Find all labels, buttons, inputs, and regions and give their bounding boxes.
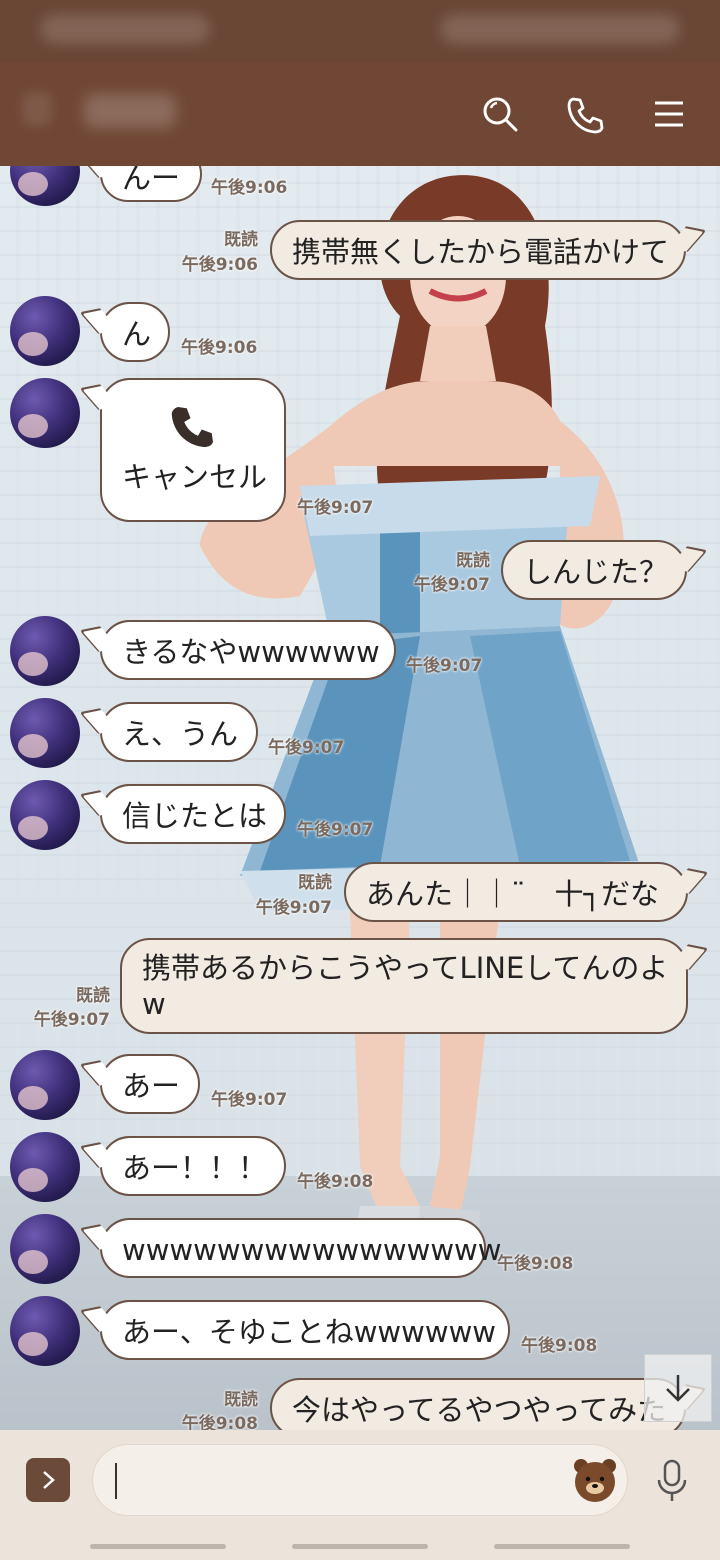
chat-title-blurred — [84, 94, 176, 128]
chat-header — [0, 62, 720, 166]
friend-avatar[interactable] — [10, 616, 80, 686]
message-time: 午後9:08 — [521, 1336, 598, 1356]
chevron-right-icon — [43, 1471, 55, 1489]
friend-avatar[interactable] — [10, 1132, 80, 1202]
message-time: 午後9:07 — [406, 656, 483, 676]
read-receipt: 既読 — [224, 230, 258, 250]
chat-area[interactable]: んー 午後9:06 既読 午後9:06 携帯無くしたから電話かけて ん 午後9:… — [0, 166, 720, 1430]
message-line: 携帯あるからこうやってLINEしてんのよ — [142, 951, 669, 985]
message-bubble[interactable]: しんじた？ — [501, 540, 687, 600]
message-bubble[interactable]: あんた｜｜¨ 十┐だな — [344, 862, 688, 922]
friend-avatar[interactable] — [10, 1050, 80, 1120]
friend-avatar[interactable] — [10, 1296, 80, 1366]
read-receipt: 既読 — [298, 873, 332, 893]
message-time: 午後9:07 — [297, 498, 374, 518]
message-time: 午後9:06 — [181, 255, 258, 275]
read-receipt: 既読 — [224, 1390, 258, 1410]
read-receipt: 既読 — [456, 551, 490, 571]
text-caret — [115, 1463, 117, 1499]
message-bubble[interactable]: あー、そゆことねwwwwww — [100, 1300, 510, 1360]
phone-icon — [567, 97, 604, 134]
read-receipt: 既読 — [76, 986, 110, 1006]
search-icon — [483, 97, 518, 132]
bear-sticker-icon — [574, 1459, 616, 1502]
message-time: 午後9:07 — [211, 1090, 288, 1110]
status-left-blurred — [40, 14, 210, 44]
arrow-down-icon — [666, 1375, 690, 1402]
nav-home[interactable] — [292, 1544, 428, 1549]
message-bubble[interactable]: んー — [100, 166, 203, 202]
voice-input-button[interactable] — [650, 1456, 694, 1506]
message-bubble[interactable]: 信じたとは — [100, 784, 286, 844]
message-time: 午後9:06 — [181, 338, 258, 358]
message-bubble[interactable]: あー！！！ — [100, 1136, 286, 1196]
sticker-button[interactable] — [571, 1456, 619, 1504]
expand-menu-button[interactable] — [26, 1458, 70, 1502]
message-time: 午後9:07 — [33, 1010, 110, 1030]
message-time: 午後9:07 — [413, 575, 490, 595]
hamburger-menu-icon — [655, 101, 683, 127]
menu-button[interactable] — [646, 92, 690, 136]
message-bubble[interactable]: え、うん — [100, 702, 258, 762]
microphone-icon — [657, 1459, 687, 1501]
message-time: 午後9:08 — [497, 1254, 574, 1274]
message-bubble[interactable]: あー — [100, 1054, 200, 1114]
status-right-blurred — [440, 14, 680, 44]
message-bubble[interactable]: きるなやwwwwww — [100, 620, 396, 680]
friend-avatar[interactable] — [10, 1214, 80, 1284]
friend-avatar[interactable] — [10, 698, 80, 768]
friend-avatar[interactable] — [10, 378, 80, 448]
message-time: 午後9:08 — [297, 1172, 374, 1192]
status-bar — [0, 0, 720, 62]
message-bubble[interactable]: 携帯無くしたから電話かけて — [270, 220, 686, 280]
friend-avatar[interactable] — [10, 296, 80, 366]
message-bubble[interactable]: 今はやってるやつやってみた — [270, 1378, 686, 1430]
message-input-bar — [0, 1430, 720, 1530]
search-button[interactable] — [478, 92, 522, 136]
back-button[interactable] — [22, 92, 52, 126]
message-line: w — [142, 987, 166, 1021]
call-button[interactable] — [562, 92, 606, 136]
message-time: 午後9:07 — [255, 898, 332, 918]
call-status-label: キャンセル — [122, 460, 268, 494]
message-time: 午後9:07 — [297, 820, 374, 840]
friend-avatar[interactable] — [10, 780, 80, 850]
message-time: 午後9:08 — [181, 1414, 258, 1430]
phone-icon — [171, 407, 213, 447]
message-bubble[interactable]: 携帯あるからこうやってLINEしてんのよ w — [120, 938, 688, 1034]
message-input[interactable] — [92, 1444, 628, 1516]
message-bubble[interactable]: wwwwwwwwwwwwwwww — [100, 1218, 502, 1278]
message-time: 午後9:07 — [268, 738, 345, 758]
system-navigation-bar — [0, 1530, 720, 1560]
message-bubble[interactable]: ん — [100, 302, 170, 362]
nav-recents[interactable] — [90, 1544, 226, 1549]
message-time: 午後9:06 — [211, 178, 288, 198]
scroll-to-bottom-button[interactable] — [644, 1354, 712, 1422]
nav-back[interactable] — [494, 1544, 630, 1549]
call-bubble[interactable]: キャンセル — [100, 378, 286, 522]
